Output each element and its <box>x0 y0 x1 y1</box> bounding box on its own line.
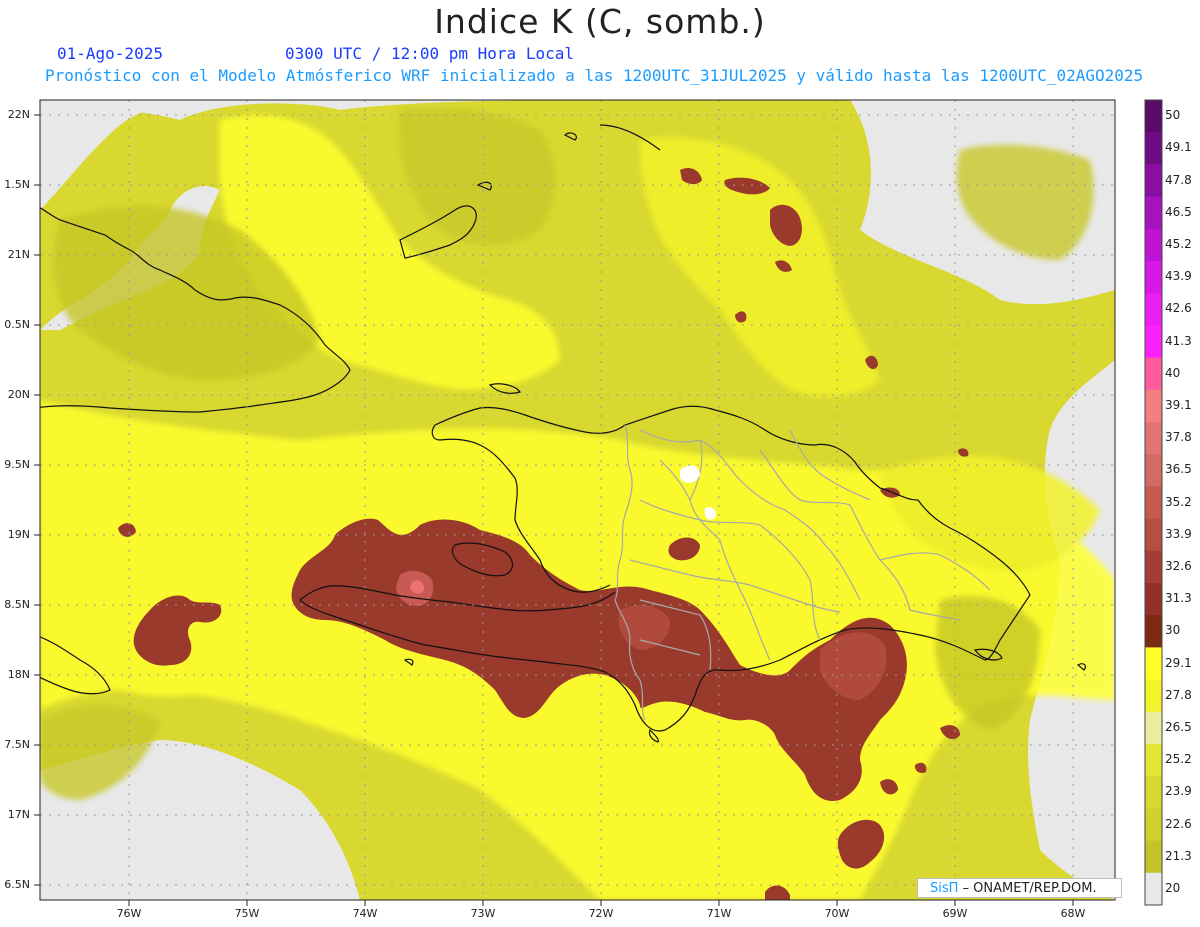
lat-label: 21N <box>7 248 30 261</box>
lon-label: 75W <box>234 907 260 920</box>
lat-label: 17N <box>7 808 30 821</box>
colorbar <box>1144 99 1163 906</box>
colorbar-swatch <box>1145 228 1162 262</box>
forecast-date: 01-Ago-2025 <box>57 44 163 63</box>
colorbar-swatch <box>1145 679 1162 713</box>
colorbar-swatch <box>1145 132 1162 165</box>
lon-label: 72W <box>588 907 614 920</box>
colorbar-swatch <box>1145 389 1162 423</box>
lat-label: 7.5N <box>4 738 30 751</box>
lat-label: 0.5N <box>4 318 30 331</box>
colorbar-swatch <box>1145 872 1162 906</box>
lon-label: 69W <box>942 907 968 920</box>
k-index-map <box>34 99 1163 906</box>
lon-label: 68W <box>1060 907 1086 920</box>
colorbar-label: 30 <box>1165 623 1181 638</box>
lat-label: 18N <box>7 668 30 681</box>
lat-label: 22N <box>7 108 30 121</box>
colorbar-label: 36.5 <box>1165 462 1192 477</box>
lon-label: 70W <box>824 907 850 920</box>
colorbar-swatch <box>1145 647 1162 681</box>
colorbar-label: 25.2 <box>1165 752 1192 767</box>
colorbar-label: 23.9 <box>1165 784 1192 799</box>
lat-label: 6.5N <box>4 878 30 891</box>
colorbar-swatch <box>1145 293 1162 326</box>
colorbar-label: 47.8 <box>1165 172 1192 187</box>
colorbar-label: 39.1 <box>1165 397 1192 412</box>
colorbar-swatch <box>1145 776 1162 809</box>
model-description: Pronóstico con el Modelo Atmósferico WRF… <box>45 66 1144 85</box>
lon-label: 76W <box>116 907 142 920</box>
lat-label: 9.5N <box>4 458 30 471</box>
colorbar-label: 41.3 <box>1165 333 1192 348</box>
colorbar-swatch <box>1145 422 1162 455</box>
colorbar-swatch <box>1145 583 1162 616</box>
colorbar-label: 35.2 <box>1165 494 1192 509</box>
colorbar-label: 40 <box>1165 365 1181 380</box>
sispi-brand: SisΠ <box>930 881 959 896</box>
lon-label: 74W <box>352 907 378 920</box>
lon-label: 71W <box>706 907 732 920</box>
colorbar-swatch <box>1145 261 1162 294</box>
forecast-time: 0300 UTC / 12:00 pm Hora Local <box>285 44 574 63</box>
colorbar-label: 27.8 <box>1165 687 1192 702</box>
colorbar-label: 37.8 <box>1165 430 1192 445</box>
colorbar-label: 43.9 <box>1165 269 1192 284</box>
colorbar-label: 20 <box>1165 880 1181 895</box>
colorbar-swatch <box>1145 325 1162 359</box>
colorbar-label: 21.3 <box>1165 848 1192 863</box>
colorbar-label: 50 <box>1165 108 1181 123</box>
lat-label: 20N <box>7 388 30 401</box>
colorbar-label: 42.6 <box>1165 301 1192 316</box>
colorbar-swatch <box>1145 808 1162 842</box>
colorbar-label: 46.5 <box>1165 204 1192 219</box>
colorbar-swatch <box>1145 164 1162 198</box>
colorbar-swatch <box>1145 357 1162 391</box>
colorbar-label: 49.1 <box>1165 140 1192 155</box>
colorbar-swatch <box>1145 711 1162 745</box>
colorbar-label: 29.1 <box>1165 655 1192 670</box>
chart-title: Indice K (C, somb.) <box>434 2 766 41</box>
colorbar-swatch <box>1145 615 1162 648</box>
colorbar-swatch <box>1145 550 1162 584</box>
lat-label: 1.5N <box>4 178 30 191</box>
colorbar-label: 31.3 <box>1165 591 1192 606</box>
colorbar-swatch <box>1145 840 1162 874</box>
colorbar-swatch <box>1145 486 1162 520</box>
colorbar-swatch <box>1145 454 1162 487</box>
colorbar-label: 22.6 <box>1165 816 1192 831</box>
colorbar-swatch <box>1145 196 1162 230</box>
colorbar-label: 26.5 <box>1165 719 1192 734</box>
credit-text: – ONAMET/REP.DOM. <box>958 881 1097 896</box>
lat-label: 19N <box>7 528 30 541</box>
lon-label: 73W <box>470 907 496 920</box>
colorbar-swatch <box>1145 518 1162 552</box>
credit-box: SisΠ – ONAMET/REP.DOM. <box>917 878 1122 898</box>
colorbar-label: 32.6 <box>1165 558 1192 573</box>
colorbar-label: 33.9 <box>1165 526 1192 541</box>
colorbar-label: 45.2 <box>1165 236 1192 251</box>
colorbar-swatch <box>1145 744 1162 777</box>
lat-label: 8.5N <box>4 598 30 611</box>
colorbar-swatch <box>1145 100 1162 133</box>
